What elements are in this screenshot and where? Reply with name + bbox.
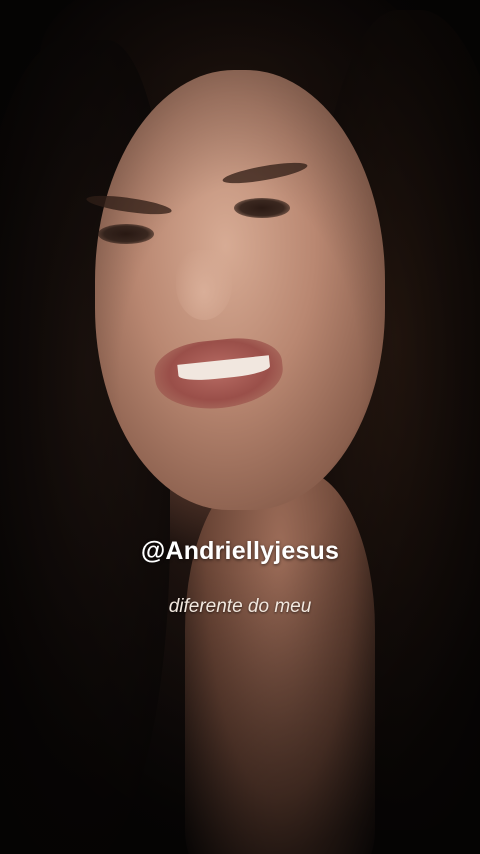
subtitle-caption: diferente do meu — [168, 596, 312, 617]
username-watermark: @Andriellyjesus — [140, 537, 340, 565]
vignette-overlay — [0, 0, 480, 854]
video-frame[interactable]: @Andriellyjesus diferente do meu — [0, 0, 480, 854]
